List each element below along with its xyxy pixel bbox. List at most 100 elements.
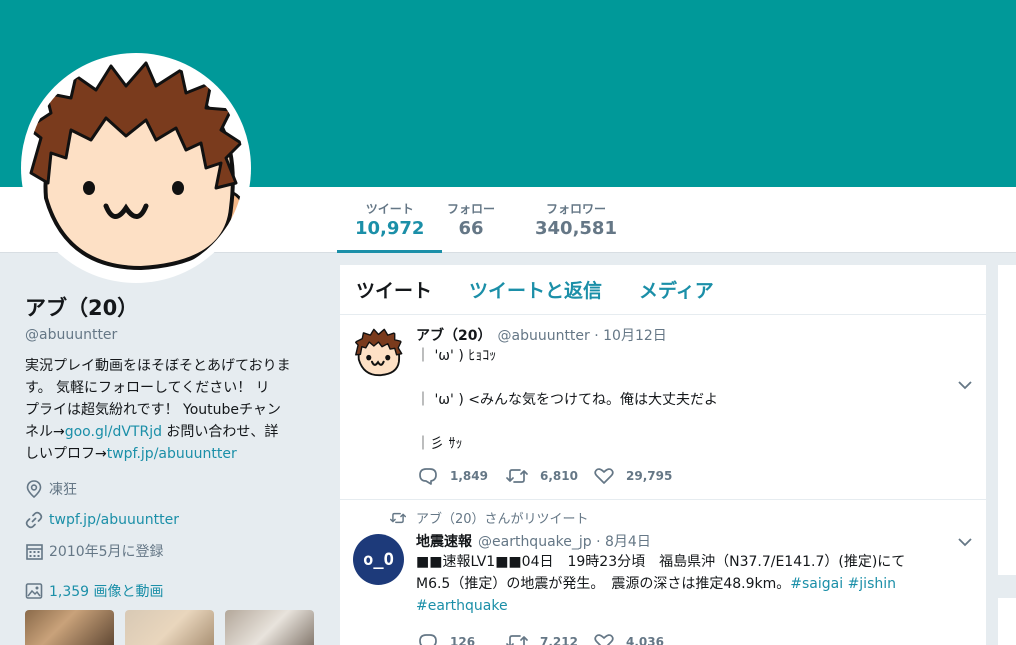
hashtag-link[interactable]: #earthquake — [416, 598, 508, 614]
media-thumbnail[interactable] — [225, 610, 314, 645]
tweet-text-span: M6.5（推定）の地震が発生。 震源の深さは推定48.9km。 — [416, 576, 791, 592]
heart-icon — [594, 468, 614, 484]
tweet-avatar[interactable]: o_O — [353, 534, 404, 585]
tab-media[interactable]: メディア — [639, 276, 714, 303]
stat-tweets-label: ツイート — [365, 202, 414, 216]
avatar-face-icon — [353, 327, 404, 378]
timeline-tabs: ツイート ツイートと返信 メディア — [340, 265, 986, 315]
retweet-context: アブ（20）さんがリツイート — [390, 508, 589, 527]
heart-icon — [594, 634, 614, 645]
avatar-face-text: o_O — [363, 549, 394, 570]
tab-tweets[interactable]: ツイート — [356, 276, 432, 303]
bio-line: 実況プレイ動画をほそぼそとあげておりま — [25, 358, 291, 374]
location-text: 凍狂 — [49, 482, 77, 498]
media-link[interactable]: 1,359 画像と動画 — [25, 581, 315, 601]
tweet-text-line: ■■速報LV1■■04日 19時23分頃 福島県沖（N37.7/E141.7）(… — [416, 554, 906, 570]
media-thumbnails — [25, 610, 315, 645]
profile-joined: 2010年5月に登録 — [25, 541, 315, 561]
timeline: ツイート ツイートと返信 メディア アブ（20） @abuuuntter · 10… — [340, 265, 986, 645]
reply-action[interactable]: 1,849 — [418, 467, 506, 485]
media-count[interactable]: 1,359 画像と動画 — [49, 581, 164, 601]
retweet-action[interactable]: 6,810 — [506, 467, 594, 485]
profile-name[interactable]: アブ（20） — [25, 292, 315, 322]
tweet-author-handle[interactable]: @earthquake_jp — [478, 534, 592, 550]
avatar-face-icon — [28, 60, 244, 276]
tweet-item[interactable]: アブ（20）さんがリツイート o_O 地震速報 @earthquake_jp · … — [340, 500, 986, 645]
tweet-body: アブ（20） @abuuuntter · 10月12日 ｜ 'ω' ) ﾋｮｺｯ … — [416, 325, 946, 455]
bio-text: ネル→ — [25, 424, 65, 440]
profile-handle[interactable]: @abuuuntter — [25, 327, 315, 343]
retweet-action[interactable]: 7,212 — [506, 633, 594, 645]
hashtag-links[interactable]: #saigai #jishin — [790, 576, 896, 592]
like-action[interactable]: 29,795 — [594, 467, 682, 485]
right-sidebar-card — [998, 598, 1016, 645]
tweet-body: 地震速報 @earthquake_jp · 8月4日 ■■速報LV1■■04日 1… — [416, 531, 946, 617]
right-sidebar-card — [998, 265, 1016, 575]
stat-following-value: 66 — [458, 218, 484, 239]
profile-url[interactable]: twpf.jp/abuuuntter — [25, 510, 315, 530]
joined-text: 2010年5月に登録 — [49, 544, 164, 560]
bio-line: しいプロフ→twpf.jp/abuuuntter — [25, 443, 315, 465]
bio-twpf-link[interactable]: twpf.jp/abuuuntter — [107, 446, 237, 462]
tweet-header: 地震速報 @earthquake_jp · 8月4日 — [416, 531, 946, 551]
tweet-header: アブ（20） @abuuuntter · 10月12日 — [416, 325, 946, 345]
reply-count: 126 — [450, 635, 476, 645]
location-pin-icon — [25, 480, 43, 498]
like-count: 4,036 — [626, 635, 664, 645]
reply-count: 1,849 — [450, 469, 488, 483]
retweet-icon — [506, 635, 528, 645]
tweet-author-name[interactable]: 地震速報 — [416, 534, 472, 550]
bio-text: お問い合わせ、詳 — [161, 424, 279, 440]
retweet-count: 6,810 — [540, 469, 578, 483]
tab-tweets-replies[interactable]: ツイートと返信 — [469, 276, 602, 303]
tweet-item[interactable]: アブ（20） @abuuuntter · 10月12日 ｜ 'ω' ) ﾋｮｺｯ … — [340, 315, 986, 500]
tweet-text-line: ｜彡 ｻｯ — [416, 436, 463, 452]
tweet-text-line: ｜ 'ω' ) ﾋｮｺｯ — [416, 348, 497, 364]
stat-following-label: フォロー — [447, 202, 496, 216]
tweet-text-line: #earthquake — [416, 595, 946, 617]
media-thumbnail[interactable] — [25, 610, 114, 645]
media-thumbnail[interactable] — [125, 610, 214, 645]
reply-icon — [419, 634, 437, 645]
tweet-actions: 126 7,212 4,036 — [418, 633, 682, 645]
stat-tweets-value: 10,972 — [355, 218, 425, 239]
tweet-actions: 1,849 6,810 29,795 — [418, 467, 682, 485]
tweet-text-line — [416, 367, 946, 389]
tweet-author-name[interactable]: アブ（20） — [416, 328, 491, 344]
bio-line: ネル→goo.gl/dVTRjd お問い合わせ、詳 — [25, 421, 315, 443]
like-action[interactable]: 4,036 — [594, 633, 682, 645]
bio-text: しいプロフ→ — [25, 446, 107, 462]
tweet-date[interactable]: · 10月12日 — [594, 328, 667, 344]
chevron-down-icon[interactable] — [958, 537, 972, 547]
tweet-author-handle[interactable]: @abuuuntter — [497, 328, 589, 344]
stat-followers-label: フォロワー — [545, 202, 606, 216]
calendar-icon — [25, 542, 43, 560]
chevron-down-icon[interactable] — [958, 380, 972, 390]
tweet-text-line — [416, 411, 946, 433]
retweet-count: 7,212 — [540, 635, 578, 645]
stat-followers[interactable]: フォロワー 340,581 — [535, 200, 617, 239]
stat-tweets[interactable]: ツイート 10,972 — [336, 200, 444, 253]
reply-action[interactable]: 126 — [418, 633, 506, 645]
link-icon — [25, 511, 43, 529]
tweet-text-line: ｜ 'ω' ) <みんな気をつけてね。俺は大丈夫だよ — [416, 392, 718, 408]
like-count: 29,795 — [626, 469, 673, 483]
bio-line: す。 気軽にフォローしてください！ リ — [25, 380, 270, 396]
retweet-icon — [506, 469, 528, 483]
bio-line: プライは超気紛れです！ Youtubeチャン — [25, 402, 281, 418]
tweet-text: ■■速報LV1■■04日 19時23分頃 福島県沖（N37.7/E141.7）(… — [416, 551, 946, 617]
retweet-icon — [390, 512, 406, 523]
profile-location: 凍狂 — [25, 479, 315, 499]
tweet-avatar[interactable] — [353, 327, 404, 378]
stat-followers-value: 340,581 — [535, 218, 617, 239]
tweet-text: ｜ 'ω' ) ﾋｮｺｯ ｜ 'ω' ) <みんな気をつけてね。俺は大丈夫だよ … — [416, 345, 946, 455]
tweet-text-line: M6.5（推定）の地震が発生。 震源の深さは推定48.9km。#saigai #… — [416, 573, 946, 595]
tweet-date[interactable]: · 8月4日 — [596, 534, 651, 550]
url-text[interactable]: twpf.jp/abuuuntter — [49, 512, 179, 528]
stat-following[interactable]: フォロー 66 — [447, 200, 495, 239]
profile-avatar[interactable] — [21, 53, 251, 283]
bio-youtube-link[interactable]: goo.gl/dVTRjd — [65, 424, 162, 440]
retweet-context-text[interactable]: アブ（20）さんがリツイート — [416, 508, 589, 527]
profile-bio: 実況プレイ動画をほそぼそとあげておりま す。 気軽にフォローしてください！ リ … — [25, 355, 315, 465]
profile-card: アブ（20） @abuuuntter 実況プレイ動画をほそぼそとあげておりま す… — [25, 292, 315, 645]
